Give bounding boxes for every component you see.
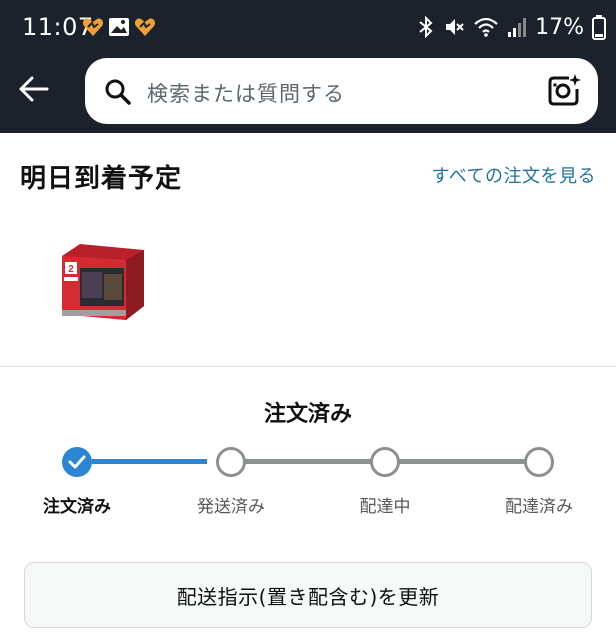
top-bar: 11:07 17% 検索または質問する <box>0 0 616 133</box>
step-ordered-check-icon <box>62 447 92 477</box>
search-bar[interactable]: 検索または質問する <box>85 58 598 124</box>
order-status-heading: 注文済み <box>263 402 352 427</box>
heart-notification-icon-2 <box>134 18 156 36</box>
progress-track-completed <box>92 459 207 464</box>
status-icons: 17% <box>417 12 606 42</box>
product-box-label: 2 <box>68 264 74 275</box>
back-arrow-icon[interactable] <box>17 72 51 106</box>
camera-search-icon[interactable] <box>546 72 582 108</box>
product-image[interactable]: 2 <box>58 244 150 320</box>
update-delivery-instructions-button[interactable]: 配送指示(置き配含む)を更新 <box>24 562 592 628</box>
battery-percent: 17% <box>535 14 584 40</box>
gallery-notification-icon <box>109 18 129 36</box>
step-label-out-for-delivery: 配達中 <box>359 497 411 517</box>
step-label-delivered: 配達済み <box>505 497 573 517</box>
mute-icon <box>446 19 464 35</box>
search-icon <box>105 79 131 105</box>
search-input[interactable]: 検索または質問する <box>147 78 345 108</box>
wifi-icon <box>474 17 498 37</box>
step-delivered-circle <box>524 447 554 477</box>
step-out-for-delivery-circle <box>370 447 400 477</box>
step-label-shipped: 発送済み <box>197 497 265 517</box>
battery-icon <box>592 15 606 40</box>
step-shipped-circle <box>216 447 246 477</box>
view-all-orders-link[interactable]: すべての注文を見る <box>431 162 596 188</box>
status-bar: 11:07 17% <box>0 0 616 54</box>
delivery-date-heading: 明日到着予定 <box>20 164 183 194</box>
heart-notification-icon <box>82 18 104 36</box>
step-label-ordered: 注文済み <box>43 497 111 517</box>
bluetooth-icon <box>419 16 433 38</box>
section-divider <box>0 366 616 367</box>
signal-icon <box>508 18 527 37</box>
